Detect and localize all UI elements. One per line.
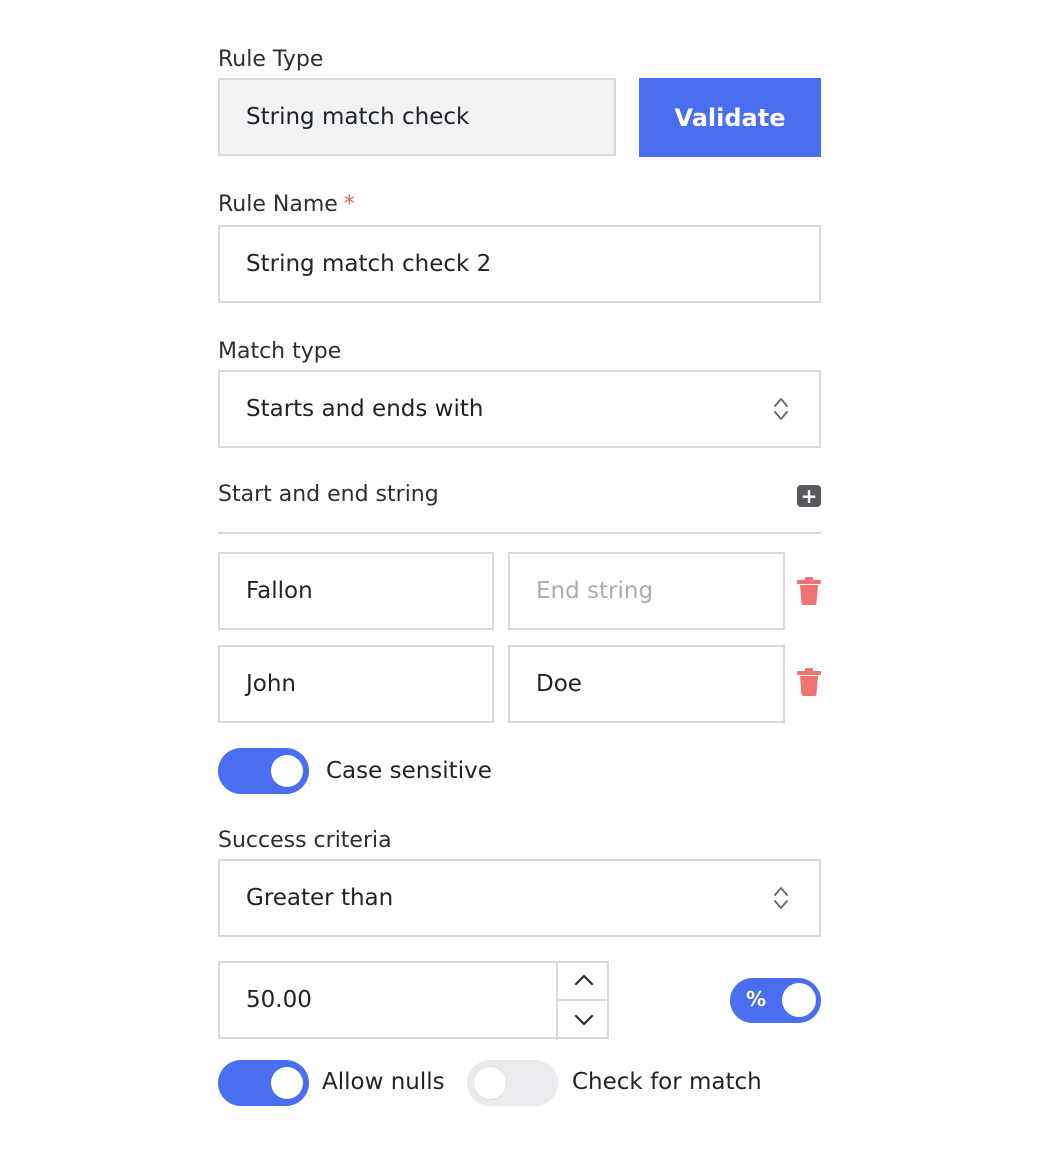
plus-icon[interactable]: + <box>797 485 821 507</box>
match-type-label: Match type <box>218 339 342 364</box>
validate-button[interactable]: Validate <box>639 78 821 157</box>
rule-type-field: String match check <box>218 78 616 156</box>
case-sensitive-label: Case sensitive <box>326 758 492 784</box>
threshold-value: 50.00 <box>246 987 312 1013</box>
start-string-input-1[interactable]: Fallon <box>218 552 494 630</box>
rule-name-input[interactable]: String match check 2 <box>218 225 821 303</box>
match-type-select[interactable]: Starts and ends with <box>218 370 821 448</box>
success-criteria-label: Success criteria <box>218 828 392 853</box>
start-string-input-2[interactable]: John <box>218 645 494 723</box>
threshold-input[interactable]: 50.00 <box>218 961 609 1039</box>
start-string-value-1: Fallon <box>246 578 313 604</box>
trash-icon[interactable] <box>797 668 821 696</box>
check-for-match-toggle[interactable] <box>467 1060 558 1106</box>
end-string-placeholder-1: End string <box>536 578 654 604</box>
case-sensitive-toggle[interactable] <box>218 748 309 794</box>
end-string-input-1[interactable]: End string <box>508 552 785 630</box>
percent-toggle[interactable]: % <box>730 978 821 1023</box>
start-string-value-2: John <box>246 671 297 697</box>
section-divider <box>218 532 821 534</box>
success-criteria-select[interactable]: Greater than <box>218 859 821 937</box>
trash-icon[interactable] <box>797 577 821 605</box>
rule-name-label: Rule Name * <box>218 191 355 219</box>
toggle-knob <box>271 1067 303 1099</box>
toggle-knob <box>474 1067 506 1099</box>
end-string-value-2: Doe <box>536 671 582 697</box>
toggle-knob <box>782 983 816 1017</box>
allow-nulls-toggle[interactable] <box>218 1060 309 1106</box>
end-string-input-2[interactable]: Doe <box>508 645 785 723</box>
toggle-knob <box>271 755 303 787</box>
match-type-value: Starts and ends with <box>246 396 484 422</box>
chevron-down-icon[interactable] <box>558 1001 609 1039</box>
required-marker: * <box>343 192 355 217</box>
success-criteria-value: Greater than <box>246 885 394 911</box>
check-for-match-label: Check for match <box>572 1069 762 1095</box>
percent-icon: % <box>746 987 767 1011</box>
chevron-up-down-icon <box>761 396 801 422</box>
rule-name-value: String match check 2 <box>246 251 492 277</box>
rule-name-label-text: Rule Name <box>218 192 338 217</box>
chevron-up-down-icon <box>761 885 801 911</box>
allow-nulls-label: Allow nulls <box>322 1069 445 1095</box>
threshold-stepper <box>556 961 609 1040</box>
chevron-up-icon[interactable] <box>558 961 609 999</box>
start-end-string-label: Start and end string <box>218 482 439 507</box>
rule-type-value: String match check <box>246 104 470 130</box>
rule-type-label: Rule Type <box>218 47 324 72</box>
